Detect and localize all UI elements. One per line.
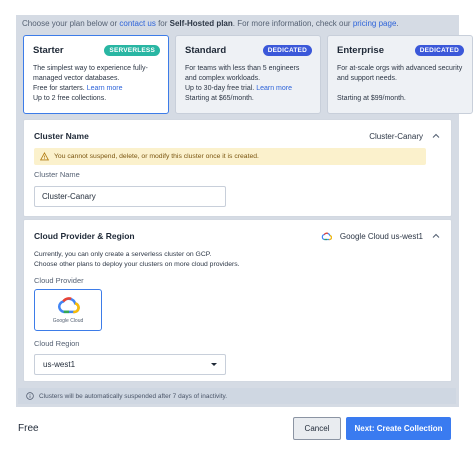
plan-intro: Choose your plan below or contact us for… <box>22 19 399 28</box>
selected-region: us-west1 <box>43 360 76 369</box>
provider-note-line2: Choose other plans to deploy your cluste… <box>34 260 240 268</box>
section-summary: Cluster-Canary <box>369 131 441 141</box>
modal-footer: Free Cancel Next: Create Collection <box>0 410 474 457</box>
section-title: Cluster Name <box>34 131 89 141</box>
chevron-up-icon[interactable] <box>431 131 441 141</box>
plan-description: The simplest way to experience fully-man… <box>33 65 148 82</box>
section-title: Cloud Provider & Region <box>34 231 135 241</box>
plan-footer: Starting at $99/month. <box>337 94 406 104</box>
inactivity-info-bar: Clusters will be automatically suspended… <box>18 388 456 404</box>
provider-tile-label: Google Cloud <box>52 318 84 324</box>
pricing-page-link[interactable]: pricing page <box>353 19 397 28</box>
warning-text: You cannot suspend, delete, or modify th… <box>54 153 259 160</box>
cluster-name-label: Cluster Name <box>34 170 80 179</box>
self-hosted-text: Self-Hosted plan <box>169 19 233 28</box>
section-summary: Google Cloud us-west1 <box>321 231 441 241</box>
next-create-collection-button[interactable]: Next: Create Collection <box>346 417 451 440</box>
info-text: Clusters will be automatically suspended… <box>39 392 228 400</box>
plan-badge: DEDICATED <box>262 45 312 56</box>
intro-prefix: Choose your plan below or <box>22 19 120 28</box>
plan-card-standard[interactable]: Standard DEDICATED For teams with less t… <box>175 35 321 114</box>
provider-summary: Google Cloud us-west1 <box>339 231 423 241</box>
chevron-up-icon[interactable] <box>431 231 441 241</box>
plan-footer-line1: Free for starters. <box>33 85 87 92</box>
plan-badge: SERVERLESS <box>104 45 160 56</box>
plan-footer-line2: Starting at $99/month. <box>337 95 406 102</box>
plan-description: For at-scale orgs with advanced security… <box>337 65 463 82</box>
plan-badge: DEDICATED <box>414 45 464 56</box>
cluster-section-header[interactable]: Cluster Name Cluster-Canary <box>34 129 441 143</box>
cluster-name-section: Cluster Name Cluster-Canary You cannot s… <box>23 119 452 217</box>
plan-footer-line2: Starting at $65/month. <box>185 95 254 102</box>
plan-selector: Starter SERVERLESS The simplest way to e… <box>23 35 473 114</box>
contact-us-link[interactable]: contact us <box>119 19 155 28</box>
intro-suffix: . For more information, check our <box>232 19 353 28</box>
provider-note-line1: Currently, you can only create a serverl… <box>34 251 212 258</box>
provider-option-google-cloud[interactable]: Google Cloud <box>34 289 102 331</box>
provider-section-header[interactable]: Cloud Provider & Region Google Cloud us-… <box>34 229 441 243</box>
learn-more-link[interactable]: Learn more <box>87 85 123 92</box>
warning-banner: You cannot suspend, delete, or modify th… <box>34 148 426 165</box>
cluster-name-input[interactable] <box>34 186 226 207</box>
google-cloud-logo-icon <box>58 297 80 314</box>
plan-footer: Free for starters. Learn more Up to 2 fr… <box>33 84 122 104</box>
plan-card-starter[interactable]: Starter SERVERLESS The simplest way to e… <box>23 35 169 114</box>
cloud-provider-section: Cloud Provider & Region Google Cloud us-… <box>23 219 452 382</box>
cloud-region-select[interactable]: us-west1 <box>34 354 226 375</box>
plan-footer-line1: Up to 30-day free trial. <box>185 85 257 92</box>
intro-end: . <box>396 19 399 28</box>
intro-middle: for <box>155 19 170 28</box>
caret-down-icon <box>211 363 217 366</box>
cloud-provider-label: Cloud Provider <box>34 276 84 285</box>
provider-note: Currently, you can only create a serverl… <box>34 250 240 269</box>
cloud-region-label: Cloud Region <box>34 339 80 348</box>
google-cloud-icon <box>321 232 332 240</box>
warning-icon <box>40 152 49 161</box>
info-icon <box>26 392 34 400</box>
plan-description: For teams with less than 5 engineers and… <box>185 65 300 82</box>
cancel-button[interactable]: Cancel <box>293 417 341 440</box>
plan-footer-line2: Up to 2 free collections. <box>33 95 107 102</box>
cluster-name-summary: Cluster-Canary <box>369 131 423 141</box>
plan-card-enterprise[interactable]: Enterprise DEDICATED For at-scale orgs w… <box>327 35 473 114</box>
plan-footer: Up to 30-day free trial. Learn more Star… <box>185 84 292 104</box>
selected-plan-label: Free <box>18 423 39 434</box>
learn-more-link[interactable]: Learn more <box>256 85 292 92</box>
